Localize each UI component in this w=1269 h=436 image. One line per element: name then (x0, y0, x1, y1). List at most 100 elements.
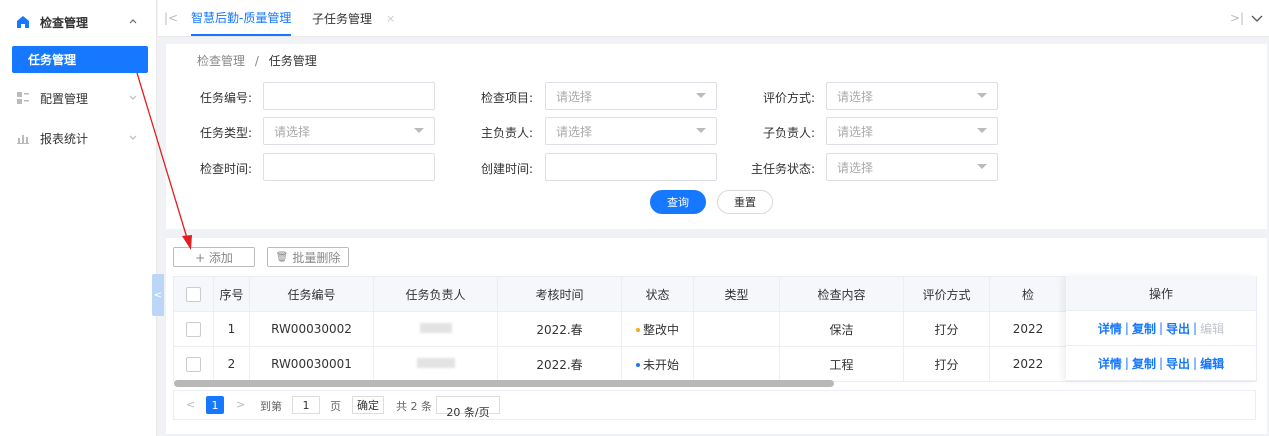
chevron-down-icon: ⌄ (466, 404, 473, 413)
eval-method-select[interactable]: 请选择 (826, 82, 998, 110)
edit-link-disabled: 编辑 (1200, 321, 1225, 336)
pagination: < 1 > 到第 1 页 确定 共 2 条 20 条/页 ⌄ (173, 390, 1256, 420)
home-icon (16, 15, 30, 29)
collapse-sidebar-handle[interactable]: < (152, 274, 164, 316)
placeholder: 请选择 (837, 160, 874, 175)
sub-owner-select[interactable]: 请选择 (826, 117, 998, 145)
tab-quality-management[interactable]: 智慧后勤-质量管理 (191, 0, 292, 36)
check-item-select[interactable]: 请选择 (545, 82, 717, 110)
detail-link[interactable]: 详情 (1098, 355, 1122, 372)
ops-row-1: 详情 | 复制 | 导出 | 编辑 (1066, 311, 1256, 346)
row-checkbox[interactable] (173, 346, 214, 382)
breadcrumb-current: 任务管理 (268, 54, 317, 68)
main-status-select[interactable]: 请选择 (826, 153, 998, 181)
caret-down-icon (696, 93, 706, 98)
separator: | (1193, 321, 1198, 335)
goto-page-input[interactable]: 1 (292, 396, 320, 414)
cell-content: 保洁 (779, 311, 904, 347)
goto-label: 到第 (260, 400, 282, 413)
sidebar-group-label: 配置管理 (40, 91, 89, 106)
export-link[interactable]: 导出 (1166, 320, 1190, 337)
cell-type (693, 311, 780, 347)
breadcrumb-parent[interactable]: 检查管理 (197, 54, 245, 68)
next-page-icon[interactable]: > (236, 398, 245, 411)
trash-icon: 🗑 (275, 251, 289, 263)
page-1-button[interactable]: 1 (206, 396, 224, 414)
status-text: 未开始 (642, 357, 679, 372)
reset-button[interactable]: 重置 (717, 190, 773, 214)
create-time-picker[interactable] (545, 153, 717, 181)
batch-delete-label: 批量删除 (292, 250, 341, 265)
separator: | (1124, 321, 1129, 335)
cell-period: 2022.春 (497, 346, 622, 382)
query-button[interactable]: 查询 (650, 190, 706, 214)
col-header: 任务编号 (249, 276, 374, 312)
caret-down-icon (414, 128, 424, 133)
chevron-down-icon[interactable] (1251, 0, 1263, 36)
placeholder: 请选择 (837, 89, 874, 104)
placeholder: 请选择 (556, 89, 593, 104)
add-button[interactable]: + 添加 (173, 247, 255, 267)
cell-owner (373, 311, 498, 347)
page-unit-label: 页 (330, 400, 341, 413)
task-type-select[interactable]: 请选择 (263, 117, 435, 145)
cell-check: 2022 (989, 346, 1067, 382)
sidebar-item-task-management[interactable]: 任务管理 (12, 46, 148, 73)
cell-owner (373, 346, 498, 382)
fixed-ops-column: 操作 详情 | 复制 | 导出 | 编辑 详情 | 复制 | 导出 | 编辑 (1066, 276, 1256, 381)
batch-delete-button[interactable]: 🗑 批量删除 (267, 247, 349, 267)
row-checkbox[interactable] (173, 311, 214, 347)
tab-label: 子任务管理 (312, 11, 373, 26)
cell-period: 2022.春 (497, 311, 622, 347)
status-dot (635, 328, 640, 332)
cell-no: 2 (213, 346, 250, 382)
chevron-up-icon (128, 16, 138, 29)
caret-down-icon (977, 93, 987, 98)
tab-scroll-first-icon[interactable]: |< (164, 0, 178, 36)
check-time-picker[interactable] (263, 153, 435, 181)
copy-link[interactable]: 复制 (1132, 320, 1156, 337)
edit-link[interactable]: 编辑 (1200, 355, 1224, 372)
cell-content: 工程 (779, 346, 904, 382)
task-type-label: 任务类型: (199, 126, 252, 140)
tab-scroll-last-icon[interactable]: >| (1230, 0, 1244, 36)
sidebar-group-label: 报表统计 (40, 131, 89, 146)
separator: | (1124, 356, 1129, 370)
sidebar-group-inspection[interactable]: 检查管理 (0, 2, 156, 42)
col-header: 检 (989, 276, 1067, 312)
cell-no: 1 (213, 311, 250, 347)
page-size-select[interactable]: 20 条/页 ⌄ (436, 396, 500, 419)
chevron-left-icon: < (153, 289, 163, 301)
detail-link[interactable]: 详情 (1098, 320, 1122, 337)
separator: | (1158, 321, 1164, 335)
export-link[interactable]: 导出 (1166, 355, 1190, 372)
sidebar-group-reports[interactable]: 报表统计 (0, 118, 156, 158)
prev-page-icon[interactable]: < (186, 398, 195, 411)
cell-task-no: RW00030001 (249, 346, 374, 382)
caret-down-icon (977, 164, 987, 169)
select-all-checkbox[interactable] (173, 276, 214, 312)
close-icon[interactable]: × (386, 12, 395, 25)
separator: | (1158, 356, 1164, 370)
copy-link[interactable]: 复制 (1132, 355, 1156, 372)
tab-subtask-management[interactable]: 子任务管理 × (312, 0, 395, 36)
cell-type (693, 346, 780, 382)
bar-chart-icon (16, 131, 30, 145)
horizontal-scrollbar[interactable] (174, 380, 834, 387)
task-no-label: 任务编号: (199, 91, 252, 105)
grid-icon (16, 91, 30, 105)
ops-header: 操作 (1066, 276, 1256, 311)
task-no-input[interactable] (263, 82, 435, 110)
col-header: 序号 (213, 276, 250, 312)
sidebar-group-config[interactable]: 配置管理 (0, 78, 156, 118)
cell-status: 整改中 (621, 311, 694, 347)
col-header: 类型 (693, 276, 780, 312)
cell-check: 2022 (989, 311, 1067, 347)
chevron-down-icon (128, 92, 138, 105)
status-dot (635, 363, 640, 367)
caret-down-icon (696, 128, 706, 133)
confirm-page-button[interactable]: 确定 (352, 396, 384, 414)
main-owner-select[interactable]: 请选择 (545, 117, 717, 145)
cell-eval: 打分 (903, 346, 990, 382)
sidebar: 检查管理 任务管理 配置管理 报表统计 (0, 0, 157, 436)
